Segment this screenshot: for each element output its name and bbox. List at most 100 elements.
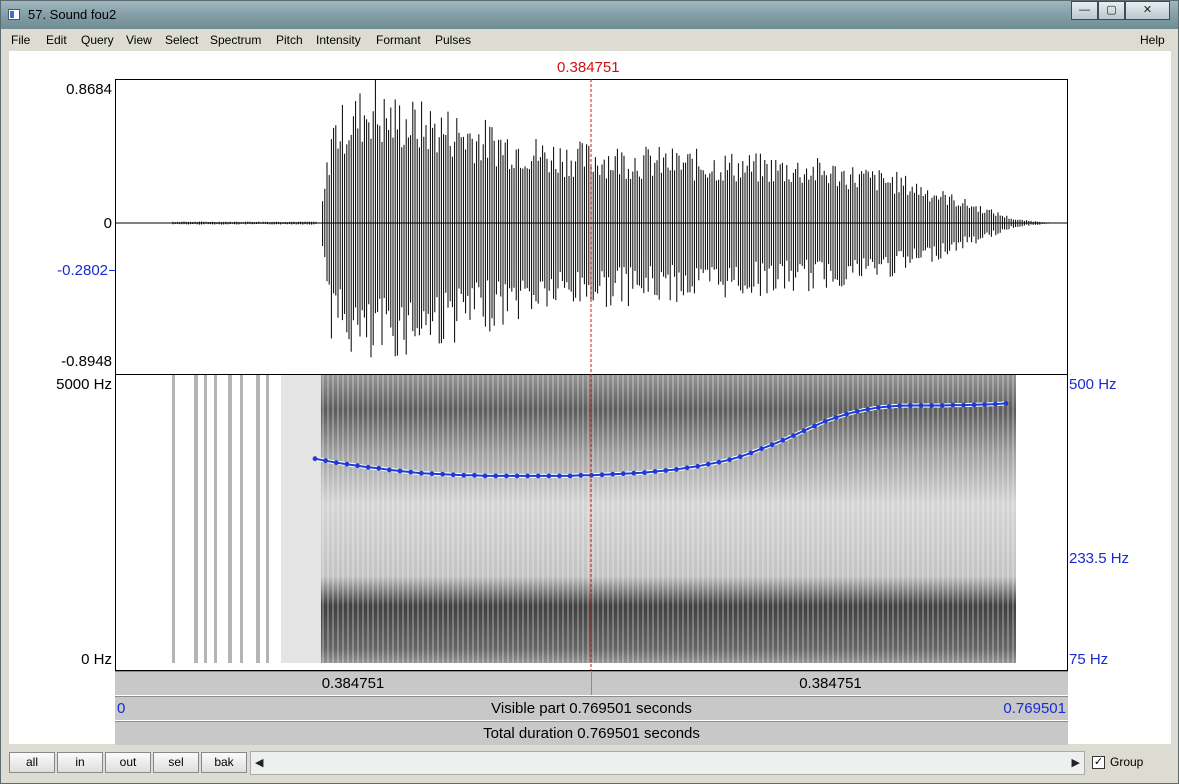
segment-left-label: 0.384751 xyxy=(321,675,385,692)
visible-part-label: Visible part 0.769501 seconds xyxy=(491,700,692,717)
pitch-point xyxy=(727,457,732,463)
pitch-point xyxy=(929,403,934,408)
spectrogram-panel[interactable] xyxy=(115,375,1068,671)
pitch-point xyxy=(408,469,414,475)
spectrogram-top-label: 5000 Hz xyxy=(56,376,112,393)
waveform-max-label: 0.8684 xyxy=(66,81,112,98)
pitch-point xyxy=(950,402,956,408)
bak-button[interactable]: bak xyxy=(201,752,247,773)
noise-band xyxy=(172,375,175,663)
pitch-point xyxy=(461,472,467,478)
menu-file[interactable]: File xyxy=(11,33,30,47)
sound-editor-window: 57. Sound fou2 — ▢ ✕ File Edit Query Vie… xyxy=(0,0,1179,784)
menu-pitch[interactable]: Pitch xyxy=(276,33,303,47)
segment-right[interactable]: 0.384751 xyxy=(591,671,1068,695)
menu-pulses[interactable]: Pulses xyxy=(435,33,471,47)
pitch-top-label: 500 Hz xyxy=(1069,376,1117,393)
cursor-value-tick xyxy=(109,270,115,271)
visible-end-label: 0.769501 xyxy=(1003,700,1066,717)
maximize-icon[interactable]: ▢ xyxy=(1098,1,1125,20)
pitch-point xyxy=(652,469,658,474)
menu-intensity[interactable]: Intensity xyxy=(316,33,361,47)
pitch-point xyxy=(748,450,754,456)
total-duration-label: Total duration 0.769501 seconds xyxy=(483,725,700,742)
pitch-point xyxy=(674,467,679,472)
pitch-point xyxy=(387,467,392,473)
sel-button[interactable]: sel xyxy=(153,752,199,773)
spectrogram-bottom-label: 0 Hz xyxy=(81,651,112,668)
pitch-point xyxy=(589,472,594,478)
visible-part-row[interactable]: 0 Visible part 0.769501 seconds 0.769501 xyxy=(115,696,1068,720)
close-icon[interactable]: ✕ xyxy=(1125,1,1170,20)
menu-select[interactable]: Select xyxy=(165,33,198,47)
pitch-point xyxy=(791,433,796,438)
pitch-point xyxy=(472,472,477,478)
pitch-point xyxy=(695,463,701,469)
pitch-point xyxy=(1003,401,1009,406)
pitch-point xyxy=(705,461,711,467)
out-button[interactable]: out xyxy=(105,752,151,773)
segment-right-label: 0.384751 xyxy=(799,675,862,692)
pitch-point xyxy=(822,418,828,424)
pitch-point xyxy=(631,470,637,476)
pitch-point xyxy=(333,460,339,466)
pitch-point xyxy=(642,470,647,475)
menu-spectrum[interactable]: Spectrum xyxy=(210,33,261,47)
pitch-point xyxy=(982,402,988,407)
editor-canvas[interactable]: 0.384751 0.8684 0 -0.2802 -0.8948 5000 H… xyxy=(9,51,1171,745)
pitch-point xyxy=(493,473,499,479)
pitch-bottom-label: 75 Hz xyxy=(1069,651,1109,668)
scroll-right-icon[interactable]: ▶ xyxy=(1072,756,1080,769)
waveform-cursor-value-label: -0.2802 xyxy=(57,262,108,279)
noise-band xyxy=(266,375,269,663)
pitch-point xyxy=(355,463,360,469)
noise-band xyxy=(214,375,217,663)
waveform-trace xyxy=(117,80,1067,358)
total-duration-row[interactable]: Total duration 0.769501 seconds xyxy=(115,721,1068,745)
noise-band xyxy=(194,375,198,663)
cursor-time-label: 0.384751 xyxy=(557,59,620,76)
pitch-point xyxy=(801,428,807,434)
pitch-point xyxy=(663,468,669,473)
pitch-point xyxy=(876,405,881,410)
pitch-point xyxy=(365,464,371,470)
pitch-point xyxy=(993,401,998,407)
pitch-point xyxy=(440,471,445,477)
pitch-point xyxy=(907,403,913,408)
group-checkbox[interactable]: ✓ xyxy=(1092,756,1105,769)
menu-help[interactable]: Help xyxy=(1140,33,1165,47)
segment-left[interactable]: 0.384751 xyxy=(115,671,591,695)
pitch-point xyxy=(961,402,966,408)
pitch-point xyxy=(312,456,318,462)
pitch-point xyxy=(418,470,424,476)
pitch-point xyxy=(397,468,403,474)
pitch-point xyxy=(599,472,605,478)
pitch-point xyxy=(716,459,722,465)
pitch-cursor-label: 233.5 Hz xyxy=(1069,550,1130,567)
checkmark-icon: ✓ xyxy=(1093,756,1104,768)
all-button[interactable]: all xyxy=(9,752,55,773)
in-button[interactable]: in xyxy=(57,752,103,773)
pitch-point xyxy=(376,465,382,471)
pitch-point xyxy=(939,403,945,408)
pitch-point xyxy=(578,472,584,478)
pitch-point xyxy=(504,473,509,479)
spectrogram-plot xyxy=(172,375,1016,663)
pitch-point xyxy=(525,473,530,479)
menu-view[interactable]: View xyxy=(126,33,152,47)
minimize-icon[interactable]: — xyxy=(1071,1,1098,20)
pitch-point xyxy=(482,473,488,479)
noise-band xyxy=(204,375,207,663)
waveform-panel[interactable] xyxy=(115,79,1068,375)
pitch-point xyxy=(812,423,817,429)
title-bar[interactable]: 57. Sound fou2 — ▢ ✕ xyxy=(1,1,1178,29)
menu-query[interactable]: Query xyxy=(81,33,114,47)
menu-edit[interactable]: Edit xyxy=(46,33,67,47)
time-scrollbar[interactable]: ◀ ▶ xyxy=(250,751,1085,775)
pitch-point xyxy=(833,415,839,420)
bottom-bar: all in out sel bak ◀ ▶ ✓ Group xyxy=(1,746,1178,783)
waveform-min-label: -0.8948 xyxy=(61,353,112,370)
scroll-left-icon[interactable]: ◀ xyxy=(255,756,263,769)
menu-formant[interactable]: Formant xyxy=(376,33,421,47)
menu-bar: File Edit Query View Select Spectrum Pit… xyxy=(1,30,1178,50)
